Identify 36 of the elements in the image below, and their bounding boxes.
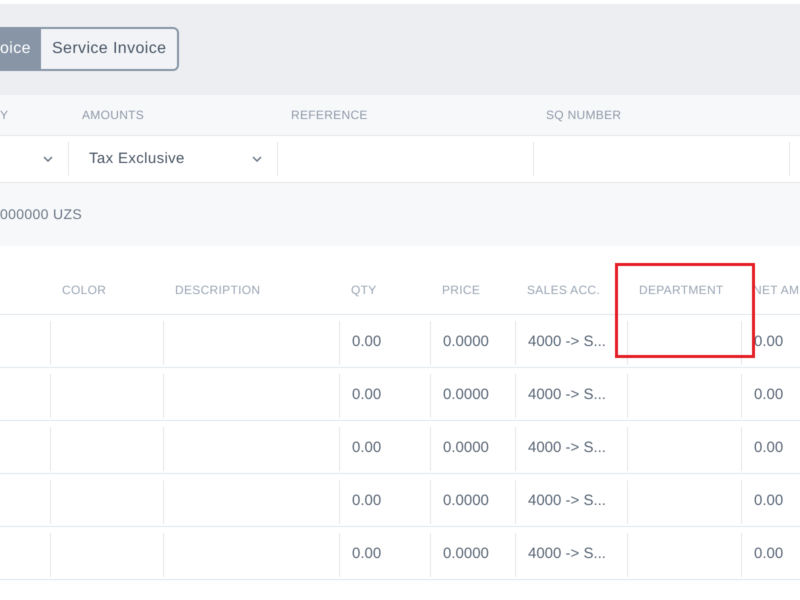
column-header: DESCRIPTION [174,282,262,299]
table-cell[interactable]: 0.00 [741,320,800,364]
table-cell[interactable]: 0.00 [741,532,800,576]
table-cell[interactable]: 0.00 [339,374,430,418]
column-header: PRICE [441,282,482,299]
total-amount: 000000 UZS [0,205,82,224]
table-cell[interactable]: 4000 -> S... [515,426,627,470]
invoice-type-tab[interactable]: oice [0,29,41,69]
table-cell[interactable]: 0.00 [741,426,800,470]
table-cell[interactable]: 0.00 [339,532,430,576]
column-header: DEPARTMENT [638,282,725,299]
table-cell[interactable]: 4000 -> S... [515,374,627,418]
table-cell[interactable]: 0.0000 [430,480,515,524]
column-header: SALES ACC. [526,282,602,299]
field-label: REFERENCE [291,107,369,124]
field-label: SQ NUMBER [546,107,622,124]
table-cell[interactable]: 0.00 [339,426,430,470]
table-cell[interactable]: 0.0000 [430,374,515,418]
table-cell[interactable]: 0.0000 [430,320,515,364]
table-cell[interactable]: 0.00 [741,374,800,418]
table-cell[interactable]: 0.0000 [430,426,515,470]
table-cell[interactable]: 4000 -> S... [515,320,627,364]
table-cell[interactable]: 0.00 [741,480,800,524]
field-label: Y [0,107,10,124]
chevron-down-icon [252,156,262,162]
amounts-dropdown[interactable]: Tax Exclusive [69,142,278,176]
table-cell[interactable]: 0.00 [339,320,430,364]
column-header: COLOR [61,282,108,299]
table-cell[interactable]: 4000 -> S... [515,532,627,576]
table-cell[interactable]: 0.00 [339,480,430,524]
field-label: AMOUNTS [82,107,146,124]
table-cell[interactable]: 0.0000 [430,532,515,576]
invoice-type-tab[interactable]: Service Invoice [40,29,178,69]
chevron-down-icon [43,156,53,162]
table-cell[interactable]: 4000 -> S... [515,480,627,524]
column-header: QTY [350,282,378,299]
